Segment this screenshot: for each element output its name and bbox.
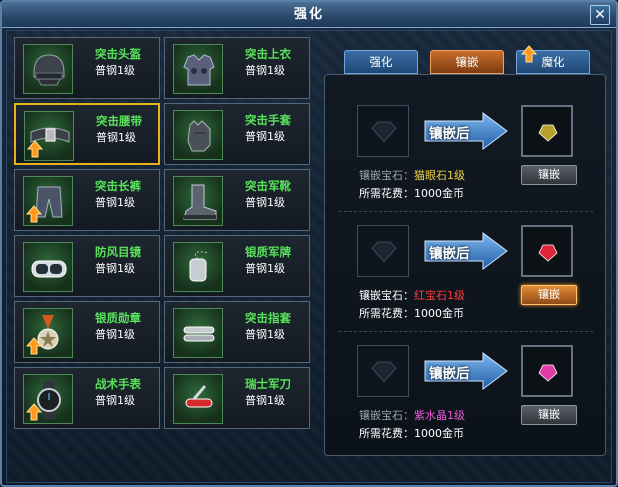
cost-text: 所需花费：1000金币: [359, 307, 464, 320]
upgrade-arrow-icon: [520, 45, 538, 70]
equipment-name: 突击手套: [245, 113, 291, 127]
equipment-name: 突击长裤: [95, 179, 141, 193]
gem-label: 镶嵌宝石：红宝石1级: [359, 287, 465, 303]
equipment-slot[interactable]: 银质勋章普钢1级: [14, 301, 160, 363]
equipment-grade: 普钢1级: [95, 328, 135, 341]
equipment-name: 突击军靴: [245, 179, 291, 193]
gem-label: 镶嵌宝石：猫眼石1级: [359, 167, 465, 183]
boot-icon: [173, 176, 223, 226]
swiss-knife-icon: [173, 374, 223, 424]
equipment-slot[interactable]: 战术手表普钢1级: [14, 367, 160, 429]
equipment-slot[interactable]: 突击指套普钢1级: [164, 301, 310, 363]
equipment-grade: 普钢1级: [245, 328, 285, 341]
gem-prefix: 镶嵌宝石：: [359, 409, 414, 422]
equipment-slot[interactable]: 突击军靴普钢1级: [164, 169, 310, 231]
amethyst-gem-icon: [538, 364, 558, 382]
empty-gem-icon: [371, 361, 397, 383]
ruby-gem-icon: [538, 244, 558, 262]
equipment-grade: 普钢1级: [95, 394, 135, 407]
equipment-slot[interactable]: 突击头盔普钢1级: [14, 37, 160, 99]
pants-icon: [23, 176, 73, 226]
equipment-grade: 普钢1级: [245, 196, 285, 209]
glove-icon: [173, 110, 223, 160]
gem-prefix: 镶嵌宝石：: [359, 169, 414, 182]
upgrade-arrow-icon: [25, 337, 43, 355]
upgrade-arrow-icon: [25, 205, 43, 223]
empty-gem-icon: [371, 121, 397, 143]
equipment-name: 战术手表: [95, 377, 141, 391]
cost-text: 所需花费：1000金币: [359, 187, 464, 200]
equipment-name: 银质勋章: [95, 311, 141, 325]
gem-socket[interactable]: [357, 105, 409, 157]
result-slot: [521, 105, 573, 157]
gem-name: 红宝石1级: [414, 289, 465, 302]
gem-label: 镶嵌宝石：紫水晶1级: [359, 407, 465, 423]
upgrade-arrow-icon: [26, 140, 44, 158]
enhance-window: 强化 ✕ 突击头盔 普钢1级 突击上衣 普钢1级 突击腰带 普钢1级 突击手套 普钢1级 突击长…: [0, 0, 618, 487]
equipment-slot[interactable]: 突击长裤普钢1级: [14, 169, 160, 231]
equipment-grade: 普钢1级: [95, 262, 135, 275]
result-slot: [521, 225, 573, 277]
equipment-grade: 普钢1级: [245, 262, 285, 275]
window-title: 强化: [2, 2, 616, 28]
equipment-name: 突击头盔: [95, 47, 141, 61]
embed-button[interactable]: 镶嵌: [521, 285, 577, 305]
equipment-slot[interactable]: 银质军牌普钢1级: [164, 235, 310, 297]
helmet-icon: [23, 44, 73, 94]
gem-name: 猫眼石1级: [414, 169, 465, 182]
close-button[interactable]: ✕: [590, 5, 610, 25]
equipment-grade: 普钢1级: [95, 64, 135, 77]
equipment-slot[interactable]: 突击上衣普钢1级: [164, 37, 310, 99]
equipment-name: 突击指套: [245, 311, 291, 325]
equipment-name: 防风目镜: [95, 245, 141, 259]
cats-eye-gem-icon: [538, 124, 558, 142]
finger-guard-icon: [173, 308, 223, 358]
equipment-name: 突击上衣: [245, 47, 291, 61]
equipment-name: 银质军牌: [245, 245, 291, 259]
result-slot: [521, 345, 573, 397]
inlay-row: 镶嵌后 镶嵌 镶嵌宝石：红宝石1级 所需花费：1000金币: [325, 225, 607, 343]
equipment-name: 瑞士军刀: [245, 377, 291, 391]
embed-button[interactable]: 镶嵌: [521, 405, 577, 425]
armor-vest-icon: [173, 44, 223, 94]
row-divider: [339, 211, 593, 212]
equipment-grade: 普钢1级: [245, 394, 285, 407]
upgrade-arrow-icon: [25, 403, 43, 421]
tab-0[interactable]: 强化: [344, 50, 418, 74]
gem-socket[interactable]: [357, 345, 409, 397]
gem-prefix: 镶嵌宝石：: [359, 289, 414, 302]
goggles-icon: [23, 242, 73, 292]
equipment-grade: 普钢1级: [245, 130, 285, 143]
cost-text: 所需花费：1000金币: [359, 427, 464, 440]
medal-icon: [23, 308, 73, 358]
inlay-panel: 镶嵌后 镶嵌 镶嵌宝石：猫眼石1级 所需花费：1000金币 镶嵌后 镶嵌 镶嵌宝…: [324, 74, 606, 456]
tab-label: 强化: [369, 55, 393, 69]
belt-icon: [24, 111, 74, 161]
arrow-label: 镶嵌后: [429, 366, 470, 382]
gem-name: 紫水晶1级: [414, 409, 465, 422]
tab-1[interactable]: 镶嵌: [430, 50, 504, 74]
equipment-slot[interactable]: 突击手套普钢1级: [164, 103, 310, 165]
equipment-grade: 普钢1级: [96, 131, 136, 144]
tab-label: 镶嵌: [455, 55, 479, 69]
watch-icon: [23, 374, 73, 424]
equipment-name: 突击腰带: [96, 114, 142, 128]
row-divider: [339, 331, 593, 332]
arrow-label: 镶嵌后: [429, 126, 470, 142]
dog-tag-icon: [173, 242, 223, 292]
equipment-slot[interactable]: 瑞士军刀普钢1级: [164, 367, 310, 429]
inlay-row: 镶嵌后 镶嵌 镶嵌宝石：紫水晶1级 所需花费：1000金币: [325, 345, 607, 463]
equipment-grade: 普钢1级: [95, 196, 135, 209]
tab-2[interactable]: 魔化: [516, 45, 590, 74]
arrow-label: 镶嵌后: [429, 246, 470, 262]
empty-gem-icon: [371, 241, 397, 263]
gem-socket[interactable]: [357, 225, 409, 277]
equipment-slot[interactable]: 防风目镜普钢1级: [14, 235, 160, 297]
equipment-slot[interactable]: 突击腰带普钢1级: [14, 103, 160, 165]
embed-button[interactable]: 镶嵌: [521, 165, 577, 185]
equipment-grade: 普钢1级: [245, 64, 285, 77]
inlay-row: 镶嵌后 镶嵌 镶嵌宝石：猫眼石1级 所需花费：1000金币: [325, 105, 607, 223]
tab-label: 魔化: [541, 55, 565, 69]
